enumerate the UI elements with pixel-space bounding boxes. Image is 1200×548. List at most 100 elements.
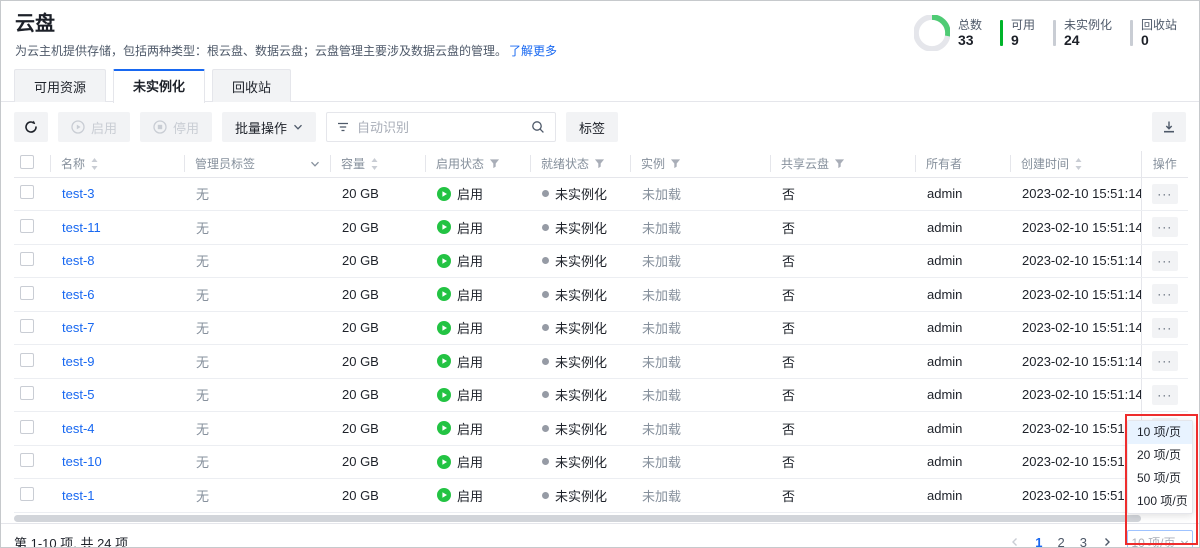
row-checkbox-cell (14, 445, 50, 479)
filter-icon[interactable] (834, 158, 845, 169)
row-checkbox[interactable] (20, 353, 34, 367)
disk-name-link[interactable]: test-5 (62, 387, 95, 402)
cell-actions: ··· (1141, 211, 1188, 245)
tags-button[interactable]: 标签 (566, 112, 618, 142)
cell-ready_status: 未实例化 (530, 345, 630, 379)
cell-content: test-9 (50, 354, 184, 369)
cell-text: 否 (782, 452, 795, 471)
disk-name-link[interactable]: test-7 (62, 320, 95, 335)
row-checkbox[interactable] (20, 185, 34, 199)
disk-name-link[interactable]: test-9 (62, 354, 95, 369)
disk-name-link[interactable]: test-3 (62, 186, 95, 201)
cell-content: 启用 (425, 285, 530, 304)
cell-text: 无 (196, 285, 209, 304)
row-checkbox[interactable] (20, 453, 34, 467)
disk-name-link[interactable]: test-1 (62, 488, 95, 503)
status-text: 未实例化 (555, 419, 607, 438)
cell-content: 未实例化 (530, 218, 630, 237)
row-checkbox[interactable] (20, 487, 34, 501)
disable-button[interactable]: 停用 (140, 112, 212, 142)
column-header-inner: 共享云盘 (770, 155, 915, 172)
tab-可用资源[interactable]: 可用资源 (14, 69, 106, 102)
batch-actions-button[interactable]: 批量操作 (222, 112, 316, 142)
cell-instance: 未加载 (630, 211, 770, 245)
row-actions-button[interactable]: ··· (1152, 184, 1178, 204)
cell-admin_tag: 无 (184, 211, 330, 245)
column-header-inner: 管理员标签 (184, 155, 330, 172)
page-size-option[interactable]: 50 项/页 (1128, 467, 1192, 490)
cell-actions: ··· (1141, 278, 1188, 312)
tab-回收站[interactable]: 回收站 (212, 69, 291, 102)
page-size-option[interactable]: 10 项/页 (1128, 421, 1192, 444)
select-all-checkbox[interactable] (20, 155, 34, 169)
horizontal-scrollbar-thumb[interactable] (14, 515, 1141, 522)
page-number-2[interactable]: 2 (1058, 535, 1065, 548)
cell-content: 20 GB (330, 253, 425, 268)
cell-content: 未加载 (630, 452, 770, 471)
row-checkbox[interactable] (20, 420, 34, 434)
cell-content: 2023-02-10 15:51:14 (1010, 354, 1141, 369)
learn-more-link[interactable]: 了解更多 (509, 44, 557, 58)
search-input[interactable] (357, 120, 523, 135)
ready-status-dot-icon (542, 224, 549, 231)
disk-name-link[interactable]: test-8 (62, 253, 95, 268)
cell-content: test-7 (50, 320, 184, 335)
table-row: test-8无20 GB启用未实例化未加载否admin2023-02-10 15… (14, 244, 1188, 278)
cell-instance: 未加载 (630, 479, 770, 513)
page-size-select[interactable]: 10 项/页 (1127, 530, 1193, 548)
disk-name-link[interactable]: test-6 (62, 287, 95, 302)
column-header-actions: 操作 (1141, 151, 1188, 177)
enable-button[interactable]: 启用 (58, 112, 130, 142)
search-icon[interactable] (531, 120, 545, 134)
cell-capacity: 20 GB (330, 445, 425, 479)
row-actions-button[interactable]: ··· (1152, 284, 1178, 304)
filter-lines-icon[interactable] (337, 121, 349, 133)
filter-icon[interactable] (670, 158, 681, 169)
table-row: test-6无20 GB启用未实例化未加载否admin2023-02-10 15… (14, 278, 1188, 312)
stat-value: 9 (1011, 33, 1035, 48)
tab-未实例化[interactable]: 未实例化 (113, 69, 205, 103)
sort-icon[interactable] (1074, 157, 1083, 171)
sort-icon[interactable] (370, 157, 379, 171)
row-checkbox[interactable] (20, 252, 34, 266)
cell-content: test-3 (50, 186, 184, 201)
row-actions-button[interactable]: ··· (1152, 251, 1178, 271)
cell-ready_status: 未实例化 (530, 278, 630, 312)
row-checkbox[interactable] (20, 219, 34, 233)
filter-icon[interactable] (594, 158, 605, 169)
cell-owner: admin (915, 345, 1010, 379)
cell-content: 启用 (425, 352, 530, 371)
cell-content: 无 (184, 352, 330, 371)
cell-text: 20 GB (342, 320, 379, 335)
refresh-button[interactable] (14, 112, 48, 142)
cell-shared: 否 (770, 278, 915, 312)
disk-name-link[interactable]: test-10 (62, 454, 102, 469)
filter-icon[interactable] (489, 158, 500, 169)
sort-icon[interactable] (90, 157, 99, 171)
disk-name-link[interactable]: test-4 (62, 421, 95, 436)
row-checkbox[interactable] (20, 319, 34, 333)
column-header-inner: 创建时间 (1010, 155, 1141, 172)
row-actions-button[interactable]: ··· (1152, 385, 1178, 405)
page-number-1[interactable]: 1 (1035, 535, 1042, 548)
page-size-option[interactable]: 100 项/页 (1128, 490, 1192, 513)
page-size-option[interactable]: 20 项/页 (1128, 444, 1192, 467)
ready-status-dot-icon (542, 391, 549, 398)
row-actions-button[interactable]: ··· (1152, 318, 1178, 338)
row-actions-button[interactable]: ··· (1152, 351, 1178, 371)
chevron-left-icon[interactable] (1010, 537, 1020, 547)
export-button[interactable] (1152, 112, 1186, 142)
cell-created: 2023-02-10 15:51:14 (1010, 177, 1141, 211)
cell-admin_tag: 无 (184, 479, 330, 513)
chevron-down-icon[interactable] (310, 159, 320, 169)
cell-enable_status: 启用 (425, 345, 530, 379)
page-number-3[interactable]: 3 (1080, 535, 1087, 548)
disk-name-link[interactable]: test-11 (62, 220, 101, 235)
cell-content: 未加载 (630, 352, 770, 371)
chevron-right-icon[interactable] (1102, 537, 1112, 547)
row-checkbox[interactable] (20, 286, 34, 300)
row-actions-button[interactable]: ··· (1152, 217, 1178, 237)
cell-text: 未加载 (642, 486, 681, 505)
row-checkbox[interactable] (20, 386, 34, 400)
enabled-status-icon (437, 388, 451, 402)
